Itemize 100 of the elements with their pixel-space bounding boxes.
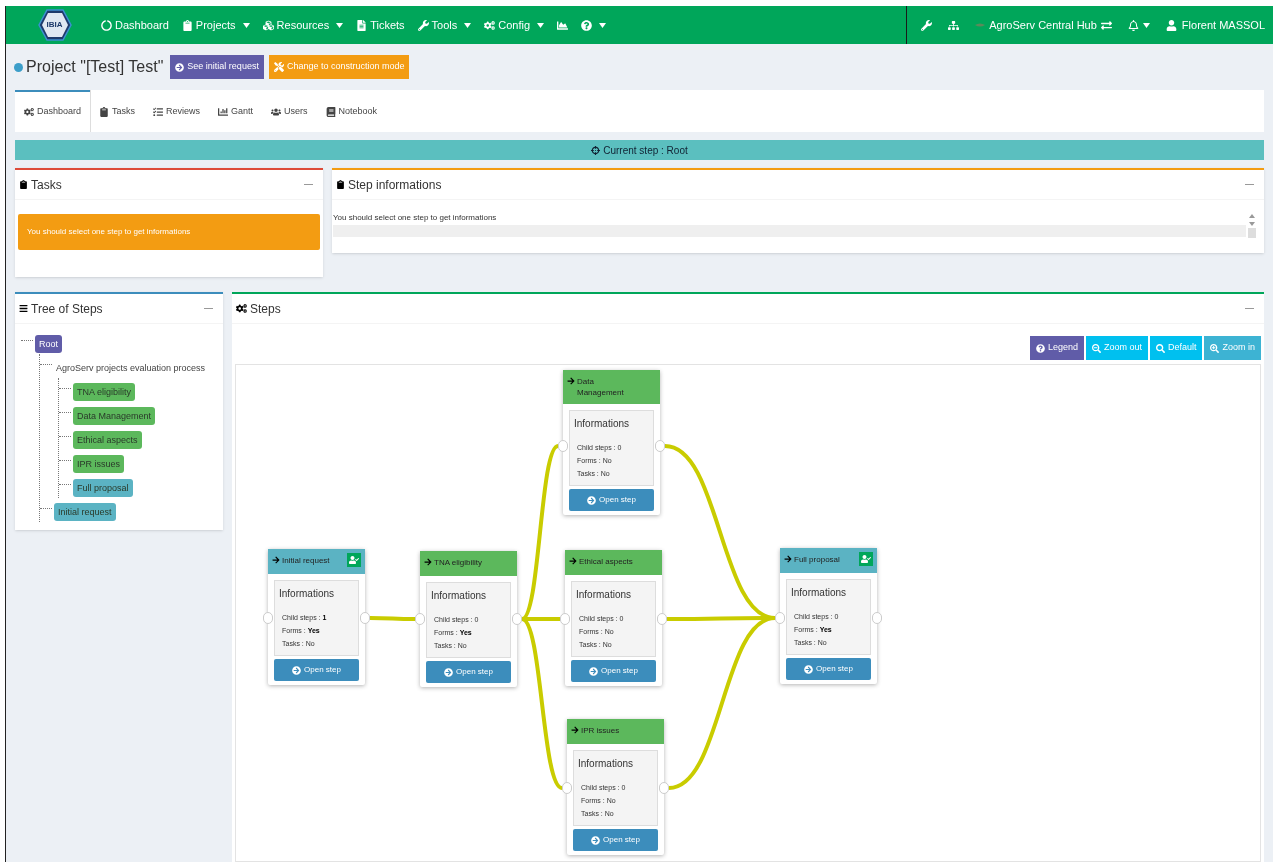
port-handle[interactable] bbox=[659, 782, 669, 794]
checklist-icon bbox=[153, 107, 164, 117]
settings-icon bbox=[484, 19, 496, 31]
tab[interactable]: Tasks bbox=[90, 90, 145, 132]
tools-icon bbox=[273, 62, 284, 72]
info-heading: Informations bbox=[576, 588, 633, 602]
step-title: Data Management bbox=[577, 376, 625, 398]
port-handle[interactable] bbox=[415, 613, 425, 625]
caret-icon bbox=[336, 22, 344, 28]
port-handle[interactable] bbox=[872, 612, 882, 624]
hub-switcher[interactable]: AgroServ Central Hub bbox=[975, 16, 1112, 34]
bell-icon bbox=[1127, 19, 1139, 31]
open-step-button[interactable]: Open step bbox=[786, 658, 871, 680]
wrench-icon[interactable] bbox=[921, 19, 933, 31]
port-handle[interactable] bbox=[775, 612, 785, 624]
nav-menu-item[interactable]: Config bbox=[484, 16, 545, 34]
open-step-button[interactable]: Open step bbox=[569, 489, 654, 511]
caret-icon bbox=[1142, 22, 1150, 28]
port-handle[interactable] bbox=[263, 612, 273, 624]
open-step-button[interactable]: Open step bbox=[274, 659, 359, 681]
tab[interactable]: Gantt bbox=[209, 90, 263, 132]
arrow-right-icon bbox=[784, 555, 792, 563]
help-icon bbox=[581, 19, 593, 31]
port-handle[interactable] bbox=[657, 613, 667, 625]
arrow-right-icon bbox=[571, 726, 579, 734]
notifications-menu[interactable] bbox=[1127, 19, 1150, 31]
tree-node[interactable]: Ethical aspects bbox=[73, 431, 142, 449]
sitemap-icon[interactable] bbox=[948, 19, 960, 31]
arrow-right-icon bbox=[424, 558, 432, 566]
open-step-button[interactable]: Open step bbox=[571, 660, 656, 682]
info-heading: Informations bbox=[578, 757, 635, 771]
box-title: Tree of Steps bbox=[31, 300, 103, 318]
user-menu[interactable]: Florent MASSOL bbox=[1165, 16, 1265, 34]
info-heading: Informations bbox=[791, 586, 848, 600]
zoom-out-icon bbox=[1091, 343, 1101, 353]
menu-icon bbox=[19, 304, 28, 313]
clipboard-icon bbox=[336, 180, 345, 189]
caret-icon bbox=[537, 22, 545, 28]
clipboard-icon bbox=[99, 107, 110, 117]
tab[interactable]: Reviews bbox=[144, 90, 210, 132]
scroll-arrows-icon bbox=[1248, 212, 1256, 238]
nav-menu-item[interactable]: Tickets bbox=[356, 16, 405, 34]
switch-icon bbox=[1100, 19, 1112, 31]
step-title: Ethical aspects bbox=[579, 556, 634, 567]
step-title: TNA eligibility bbox=[434, 557, 483, 568]
tree-node[interactable]: Data Management bbox=[73, 407, 156, 425]
current-step-label: Current step : Root bbox=[603, 143, 688, 158]
arrow-right-icon bbox=[569, 557, 577, 565]
user-check-icon bbox=[347, 553, 361, 567]
info-heading: Informations bbox=[574, 417, 631, 431]
tab[interactable]: Users bbox=[262, 90, 317, 132]
tab[interactable]: Notebook bbox=[316, 90, 387, 132]
spinner-icon bbox=[101, 19, 112, 31]
user-check-icon bbox=[859, 552, 873, 566]
see-request-button[interactable]: See initial request bbox=[170, 55, 264, 79]
toolbar-button[interactable]: Legend bbox=[1029, 336, 1084, 360]
nav-menu-item[interactable] bbox=[581, 19, 607, 31]
port-handle[interactable] bbox=[562, 782, 572, 794]
caret-icon bbox=[599, 22, 607, 28]
open-step-button[interactable]: Open step bbox=[426, 661, 511, 683]
wrench-icon bbox=[417, 19, 429, 31]
settings-icon bbox=[236, 303, 247, 314]
tree-node[interactable]: Root bbox=[35, 335, 62, 353]
nav-menu-item[interactable]: Tools bbox=[417, 16, 472, 34]
open-step-button[interactable]: Open step bbox=[573, 829, 658, 851]
settings-icon bbox=[24, 107, 34, 117]
arrow-right-icon bbox=[567, 377, 575, 385]
nav-menu-item[interactable] bbox=[557, 19, 569, 31]
tree-node[interactable]: IPR issues bbox=[73, 455, 124, 473]
logo[interactable]: IBIA bbox=[37, 9, 72, 41]
box-title: Tasks bbox=[31, 176, 62, 194]
step-title: Initial request bbox=[282, 555, 331, 566]
tree-node[interactable]: Full proposal bbox=[73, 479, 133, 497]
zoom-in-icon bbox=[1210, 343, 1220, 353]
book-icon bbox=[325, 107, 336, 117]
tree-node[interactable]: AgroServ projects evaluation process bbox=[54, 360, 208, 376]
clipboard-icon bbox=[19, 180, 28, 189]
port-handle[interactable] bbox=[512, 613, 522, 625]
search-icon bbox=[1155, 343, 1165, 353]
nav-menu-item[interactable]: Projects bbox=[181, 16, 250, 34]
user-icon bbox=[1165, 19, 1177, 31]
tree-node[interactable]: TNA eligibility bbox=[73, 383, 136, 401]
step-title: Full proposal bbox=[794, 554, 841, 565]
tab[interactable]: Dashboard bbox=[15, 90, 91, 132]
nav-menu-item[interactable]: Resources bbox=[262, 16, 344, 34]
info-heading: Informations bbox=[279, 587, 336, 601]
caret-icon bbox=[242, 22, 250, 28]
port-handle[interactable] bbox=[558, 440, 568, 452]
area-chart-icon bbox=[557, 19, 569, 31]
nav-menu-item[interactable]: Dashboard bbox=[101, 16, 169, 34]
port-handle[interactable] bbox=[560, 613, 570, 625]
box-title: Steps bbox=[250, 300, 281, 318]
info-message: You should select one step to get informations bbox=[333, 212, 498, 224]
tree-node[interactable]: Initial request bbox=[54, 503, 116, 521]
port-handle[interactable] bbox=[360, 612, 370, 624]
port-handle[interactable] bbox=[655, 440, 665, 452]
hub-logo-icon bbox=[975, 22, 986, 28]
help-icon bbox=[1035, 343, 1045, 353]
step-title: IPR issues bbox=[581, 725, 621, 736]
arrow-right-icon bbox=[272, 556, 280, 564]
